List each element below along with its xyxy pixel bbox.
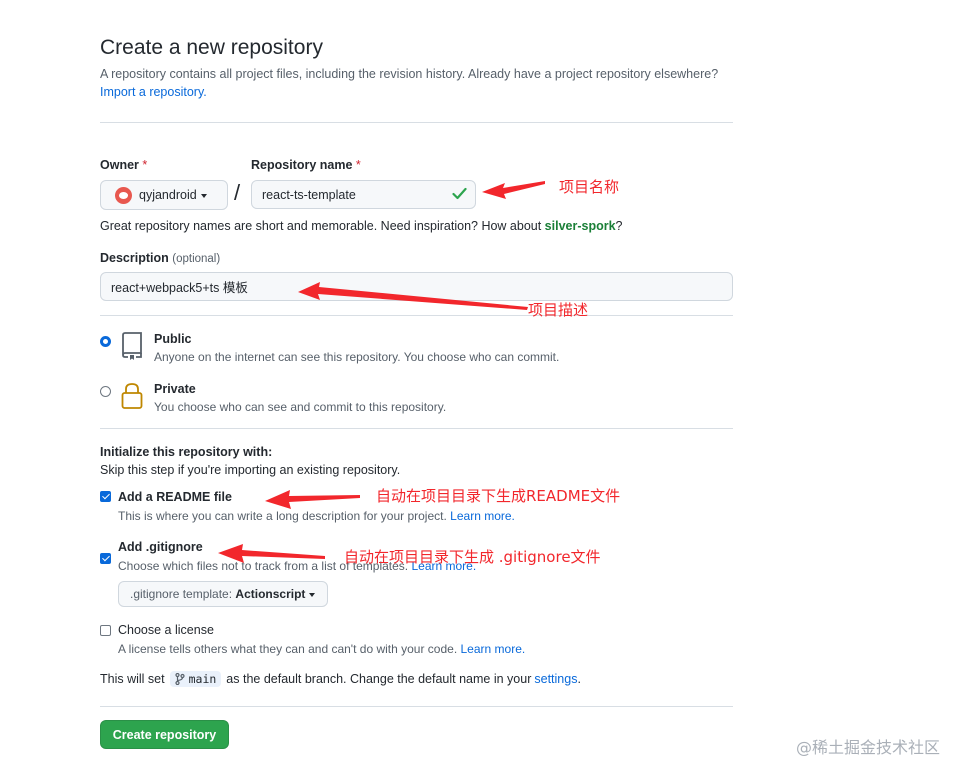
watermark: @稀土掘金技术社区: [796, 738, 941, 757]
annotation-arrow-description: [298, 282, 528, 310]
annotation-arrow-readme: [265, 490, 360, 509]
annotation-arrow-gitignore: [218, 544, 325, 563]
annotation-arrow-repo-name: [482, 181, 545, 199]
annotation-arrows: [218, 181, 545, 563]
annotation-readme: 自动在项目目录下生成README文件: [376, 487, 621, 505]
annotation-repo-name: 项目名称: [559, 178, 620, 196]
annotation-description: 项目描述: [528, 301, 589, 319]
annotation-gitignore: 自动在项目目录下生成 .gitignore文件: [344, 548, 601, 566]
